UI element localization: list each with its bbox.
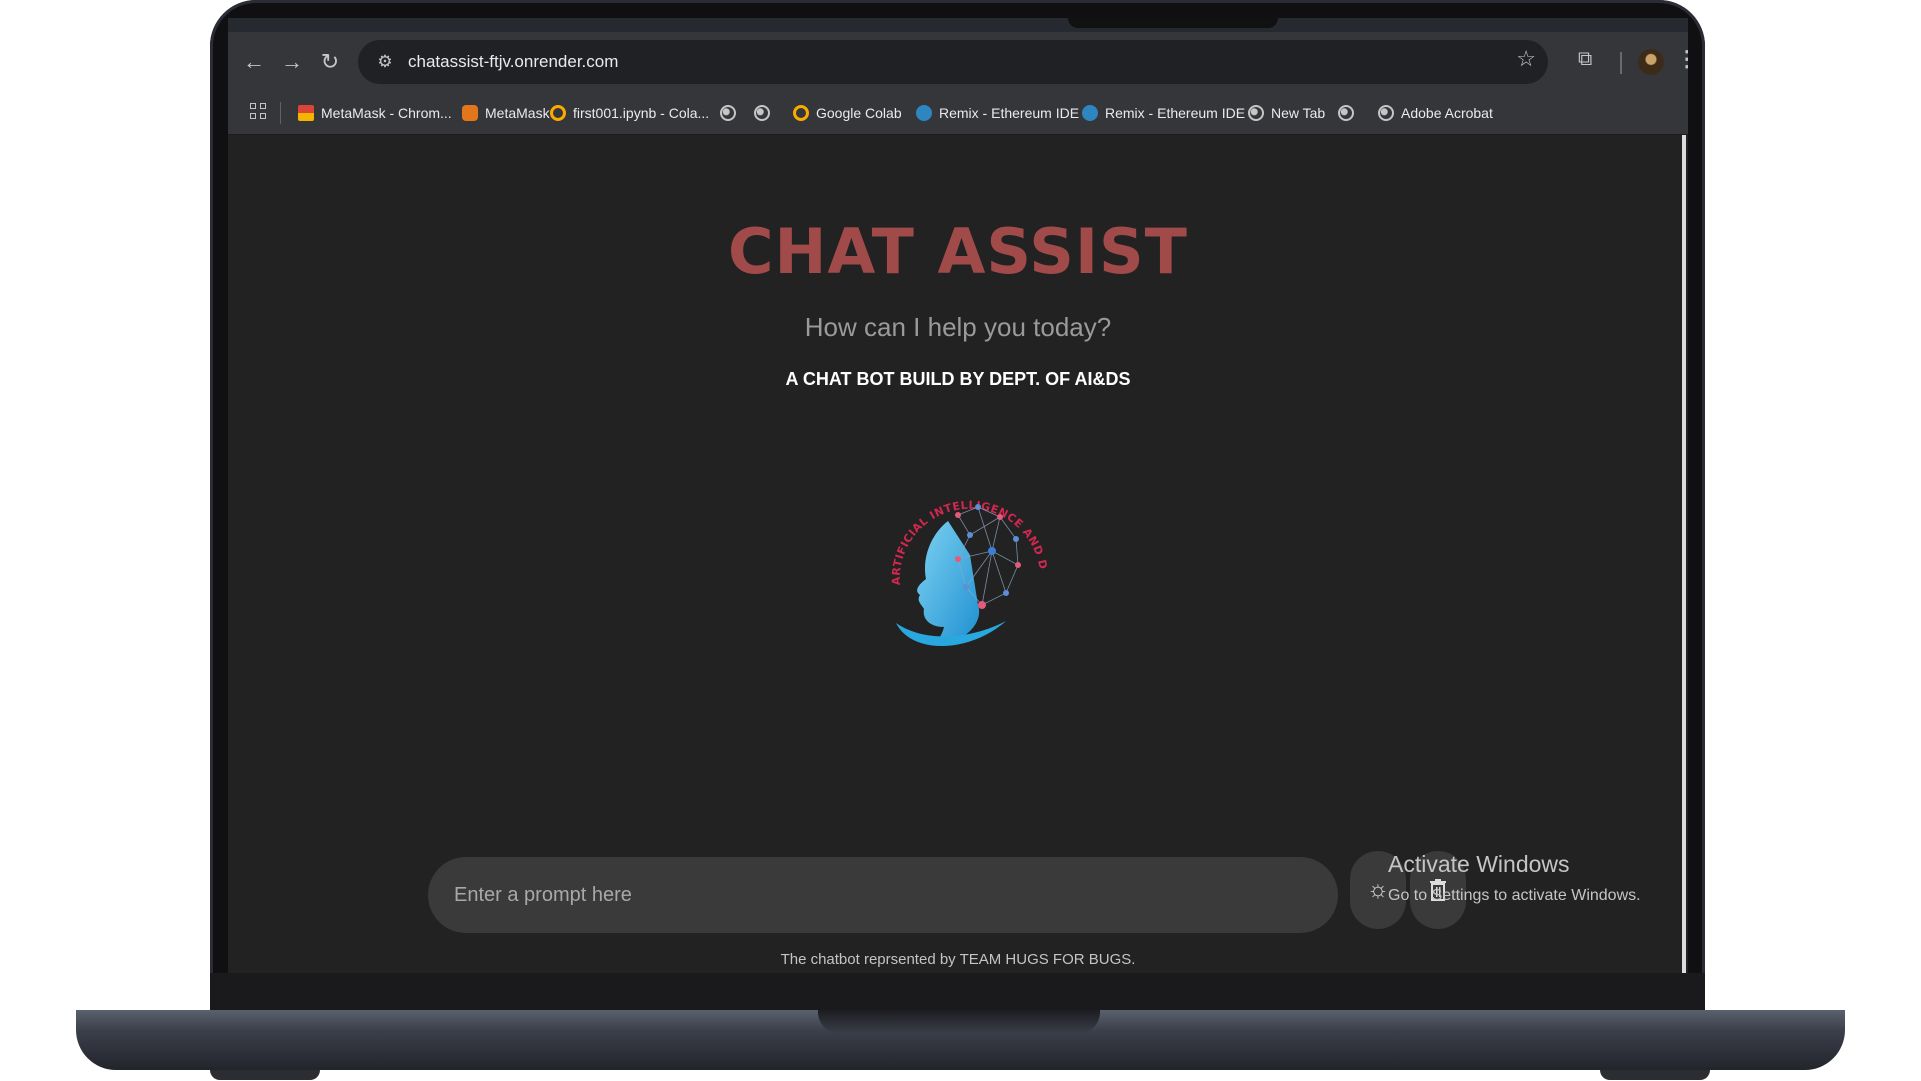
- forward-icon[interactable]: →: [276, 46, 308, 78]
- footer-note: The chatbot reprsented by TEAM HUGS FOR …: [780, 951, 1136, 968]
- bookmark-item[interactable]: MetaMask: [462, 92, 550, 134]
- browser-menu-icon[interactable]: ⋮: [1676, 46, 1688, 72]
- bookmark-item[interactable]: [754, 92, 770, 134]
- apps-grid-icon[interactable]: [250, 103, 268, 121]
- chrome-webstore-icon: [298, 105, 314, 121]
- sun-icon: ☼: [1367, 876, 1389, 903]
- activate-windows-watermark: Activate Windows Go to Settings to activ…: [1388, 851, 1641, 905]
- tab-strip: [228, 18, 1688, 32]
- bookmark-item[interactable]: MetaMask - Chrom...: [298, 92, 452, 134]
- globe-icon: [754, 105, 770, 121]
- bookmark-item[interactable]: Google Colab: [793, 92, 902, 134]
- remix-icon: [916, 105, 932, 121]
- url-text[interactable]: chatassist-ftjv.onrender.com: [408, 52, 618, 72]
- remix-icon: [1082, 105, 1098, 121]
- laptop-foot-right: [1600, 1070, 1710, 1080]
- bookmark-label: Remix - Ethereum IDE: [939, 105, 1080, 121]
- bookmark-item[interactable]: Adobe Acrobat: [1378, 92, 1493, 134]
- bookmark-label: Remix - Ethereum IDE: [1105, 105, 1246, 121]
- globe-icon: [720, 105, 736, 121]
- prompt-input[interactable]: [428, 857, 1338, 933]
- bookmark-label: MetaMask: [485, 105, 550, 121]
- bookmark-label: first001.ipynb - Cola...: [573, 105, 710, 121]
- laptop-foot-left: [210, 1070, 320, 1080]
- camera-notch: [1068, 18, 1278, 28]
- bookmark-label: Adobe Acrobat: [1401, 105, 1493, 121]
- metamask-fox-icon: [462, 105, 478, 121]
- aids-logo: ARTIFICIAL INTELLIGENCE AND DATA SCIENCE: [878, 455, 1049, 647]
- bookmark-item[interactable]: [720, 92, 736, 134]
- bookmark-label: MetaMask - Chrom...: [321, 105, 452, 121]
- bookmark-label: New Tab: [1271, 105, 1326, 121]
- page-subtitle: How can I help you today?: [804, 312, 1112, 342]
- activate-windows-subtitle: Go to Settings to activate Windows.: [1388, 887, 1641, 904]
- profile-avatar[interactable]: [1638, 49, 1664, 75]
- bookmark-item[interactable]: [1338, 92, 1354, 134]
- reload-icon[interactable]: ↻: [314, 46, 346, 78]
- page-scrollbar[interactable]: [1682, 135, 1686, 973]
- bookmark-label: Google Colab: [816, 105, 902, 121]
- bookmark-item[interactable]: Remix - Ethereum IDE: [916, 92, 1079, 134]
- bookmark-item[interactable]: New Tab: [1248, 92, 1325, 134]
- globe-icon: [1338, 105, 1354, 121]
- browser-toolbar: ← → ↻ ⚙ chatassist-ftjv.onrender.com ☆ ⧉…: [228, 32, 1688, 92]
- address-bar[interactable]: ⚙ chatassist-ftjv.onrender.com ☆: [358, 40, 1548, 84]
- bookmarks-divider: [280, 102, 281, 124]
- bookmark-star-icon[interactable]: ☆: [1516, 46, 1536, 72]
- globe-icon: [1378, 105, 1394, 121]
- colab-icon: [793, 105, 809, 121]
- browser-window: ← → ↻ ⚙ chatassist-ftjv.onrender.com ☆ ⧉…: [228, 18, 1688, 973]
- page-title: CHAT ASSIST: [728, 215, 1188, 288]
- back-icon[interactable]: ←: [238, 46, 270, 78]
- globe-icon: [1248, 105, 1264, 121]
- laptop-notch: [818, 1010, 1100, 1034]
- bookmark-item[interactable]: first001.ipynb - Cola...: [550, 92, 709, 134]
- chat-page: CHAT ASSIST How can I help you today? A …: [228, 135, 1688, 973]
- page-tagline: A CHAT BOT BUILD BY DEPT. OF AI&DS: [785, 369, 1131, 389]
- toolbar-divider: [1620, 52, 1622, 74]
- colab-icon: [550, 105, 566, 121]
- extensions-icon[interactable]: ⧉: [1578, 48, 1592, 71]
- laptop-bezel: [210, 973, 1705, 1010]
- activate-windows-title: Activate Windows: [1388, 851, 1570, 877]
- bookmarks-bar: MetaMask - Chrom... MetaMask first001.ip…: [228, 92, 1688, 135]
- site-info-icon[interactable]: ⚙: [370, 47, 400, 77]
- bookmark-item[interactable]: Remix - Ethereum IDE: [1082, 92, 1245, 134]
